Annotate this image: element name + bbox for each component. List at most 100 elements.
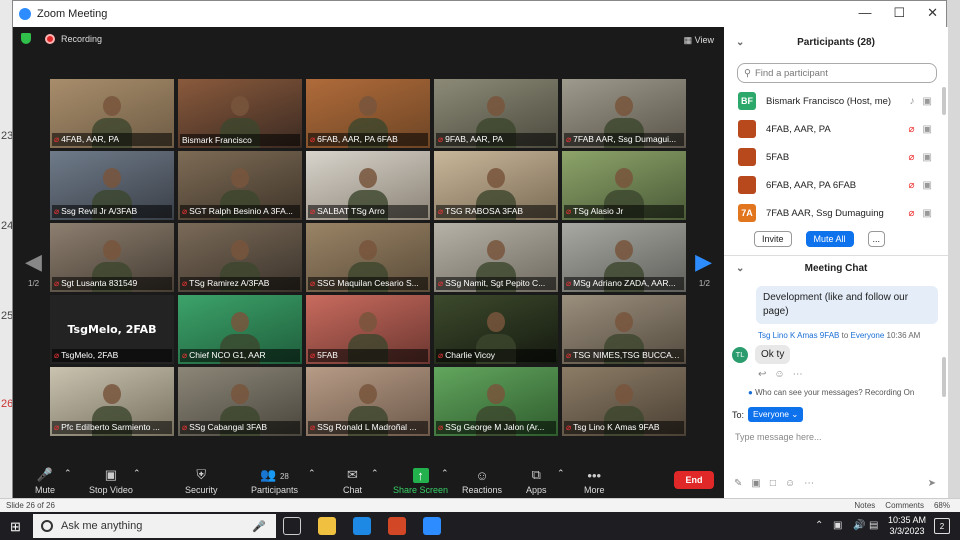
participant-video-tile[interactable]: ⌀ 4FAB, AAR, PA: [50, 79, 174, 148]
more-dots-icon[interactable]: ⋯: [793, 369, 803, 380]
task-view-icon[interactable]: [283, 517, 301, 535]
video-camera-icon[interactable]: ▣: [923, 96, 932, 107]
next-page-arrow-icon[interactable]: ▶: [695, 249, 712, 275]
browser-icon[interactable]: [353, 517, 371, 535]
participant-video-tile[interactable]: ⌀ Charlie Vicoy: [434, 295, 558, 364]
reply-icon[interactable]: ↩: [758, 369, 766, 380]
microphone-icon[interactable]: ♪: [910, 96, 915, 107]
chevron-up-icon[interactable]: ⌃: [133, 468, 141, 479]
participant-video-tile[interactable]: ⌀ Sgt Lusanta 831549: [50, 223, 174, 292]
chevron-up-icon[interactable]: ⌃: [371, 468, 379, 479]
participant-row[interactable]: 5FAB ⌀ ▣: [738, 143, 940, 171]
invite-button[interactable]: Invite: [754, 231, 792, 247]
zoom-app-icon[interactable]: [423, 517, 441, 535]
participant-video-tile[interactable]: ⌀ 5FAB: [306, 295, 430, 364]
chevron-up-icon[interactable]: ⌃: [308, 468, 316, 479]
microphone-icon[interactable]: 🎤: [252, 520, 266, 533]
share-screen-button[interactable]: ↑ Share Screen: [393, 468, 448, 495]
stop-video-button[interactable]: ▣ Stop Video: [89, 467, 133, 495]
chevron-down-icon[interactable]: ⌄: [736, 263, 744, 274]
recipient-dropdown[interactable]: Everyone ⌄: [748, 407, 804, 422]
view-button[interactable]: ▦ View: [684, 35, 714, 46]
close-icon[interactable]: ✕: [927, 5, 938, 21]
end-meeting-button[interactable]: End: [674, 471, 714, 489]
comments-button[interactable]: Comments: [885, 501, 924, 510]
participant-video-tile[interactable]: ⌀ TSg Ramirez A/3FAB: [178, 223, 302, 292]
screenshot-icon[interactable]: ▣: [751, 478, 760, 489]
participant-video-tile[interactable]: ⌀ Pfc Edilberto Sarmiento ...: [50, 367, 174, 436]
reactions-button[interactable]: ☺ Reactions: [462, 468, 502, 495]
chevron-up-icon[interactable]: ⌃: [64, 468, 72, 479]
language-icon[interactable]: ▤: [869, 520, 878, 531]
network-icon[interactable]: ▣: [833, 520, 842, 531]
muted-mic-icon[interactable]: ⌀: [909, 180, 915, 191]
participant-video-tile[interactable]: ⌀ 9FAB, AAR, PA: [434, 79, 558, 148]
file-icon[interactable]: □: [770, 478, 776, 489]
taskbar-search-input[interactable]: Ask me anything 🎤: [33, 514, 276, 538]
more-options-button[interactable]: ...: [867, 231, 886, 247]
participant-row[interactable]: 4FAB, AAR, PA ⌀ ▣: [738, 115, 940, 143]
chat-button[interactable]: ✉ Chat: [343, 467, 362, 495]
reactions-label: Reactions: [462, 485, 503, 495]
participant-row[interactable]: BF Bismark Francisco (Host, me) ♪ ▣: [738, 87, 940, 115]
windows-start-icon[interactable]: ⊞: [10, 519, 21, 535]
maximize-icon[interactable]: ☐: [893, 5, 905, 21]
video-camera-icon[interactable]: ▣: [923, 180, 932, 191]
participant-row[interactable]: 7A 7FAB AAR, Ssg Dumaguing ⌀ ▣: [738, 199, 940, 227]
participant-video-tile[interactable]: ⌀ SGT Ralph Besinio A 3FA...: [178, 151, 302, 220]
participants-button[interactable]: 👥 28 Participants: [251, 467, 298, 495]
tray-chevron-icon[interactable]: ⌃: [815, 520, 823, 531]
participant-video-tile[interactable]: ⌀ SSG Maquilan Cesario S...: [306, 223, 430, 292]
shield-icon[interactable]: [21, 33, 31, 44]
prev-page-arrow-icon[interactable]: ◀: [25, 249, 42, 275]
participant-search-input[interactable]: ⚲ Find a participant: [737, 63, 937, 83]
who-can-see-link[interactable]: ● Who can see your messages? Recording O…: [748, 388, 948, 397]
participant-video-tile[interactable]: ⌀ Ssg Revil Jr A/3FAB: [50, 151, 174, 220]
mute-all-button[interactable]: Mute All: [805, 231, 854, 247]
participant-video-tile[interactable]: ⌀ TSG RABOSA 3FAB: [434, 151, 558, 220]
muted-mic-icon[interactable]: ⌀: [909, 124, 915, 135]
file-explorer-icon[interactable]: [318, 517, 336, 535]
participant-video-tile[interactable]: ⌀ SSg Ronald L Madroñal ...: [306, 367, 430, 436]
security-button[interactable]: ⛨ Security: [185, 467, 218, 495]
format-icon[interactable]: ✎: [734, 478, 742, 489]
video-camera-icon[interactable]: ▣: [923, 124, 932, 135]
participant-video-tile[interactable]: ⌀ Chief NCO G1, AAR: [178, 295, 302, 364]
participant-video-tile[interactable]: ⌀ SSg Namit, Sgt Pepito C...: [434, 223, 558, 292]
participant-video-tile[interactable]: ⌀ TSg Alasio Jr: [562, 151, 686, 220]
clock[interactable]: 10:35 AM 3/3/2023: [888, 515, 926, 537]
participant-video-tile[interactable]: ⌀ Tsg Lino K Amas 9FAB: [562, 367, 686, 436]
participant-video-tile[interactable]: ⌀ 7FAB AAR, Ssg Dumagui...: [562, 79, 686, 148]
participant-video-tile[interactable]: ⌀ 6FAB, AAR, PA 6FAB: [306, 79, 430, 148]
video-camera-icon[interactable]: ▣: [923, 208, 932, 219]
participant-video-tile[interactable]: Bismark Francisco: [178, 79, 302, 148]
volume-icon[interactable]: 🔊: [853, 520, 865, 531]
powerpoint-icon[interactable]: [388, 517, 406, 535]
chat-scrollbar[interactable]: [942, 357, 946, 397]
emoji-icon[interactable]: ☺: [785, 478, 795, 489]
participant-video-tile[interactable]: ⌀ MSg Adriano ZADA, AAR...: [562, 223, 686, 292]
apps-button[interactable]: ⧉ Apps: [526, 467, 547, 495]
emoji-icon[interactable]: ☺: [774, 369, 784, 380]
participant-video-tile[interactable]: ⌀ SSg Cabangal 3FAB: [178, 367, 302, 436]
minimize-icon[interactable]: —: [858, 5, 871, 21]
video-camera-icon[interactable]: ▣: [923, 152, 932, 163]
participant-video-tile[interactable]: ⌀ TSG NIMES,TSG BUCCAT...: [562, 295, 686, 364]
message-input[interactable]: Type message here...: [735, 432, 948, 442]
send-icon[interactable]: ➤: [928, 478, 936, 489]
mute-button[interactable]: 🎤 Mute: [35, 467, 55, 495]
more-button[interactable]: ••• More: [584, 468, 605, 495]
participant-video-tile[interactable]: TsgMelo, 2FAB ⌀ TsgMelo, 2FAB: [50, 295, 174, 364]
participant-row[interactable]: 6FAB, AAR, PA 6FAB ⌀ ▣: [738, 171, 940, 199]
chevron-down-icon[interactable]: ⌄: [736, 37, 744, 48]
chevron-up-icon[interactable]: ⌃: [441, 468, 449, 479]
notification-center-icon[interactable]: 2: [934, 518, 950, 534]
muted-mic-icon[interactable]: ⌀: [909, 208, 915, 219]
participants-scrollbar[interactable]: [942, 87, 946, 115]
chevron-up-icon[interactable]: ⌃: [557, 468, 565, 479]
muted-mic-icon[interactable]: ⌀: [909, 152, 915, 163]
notes-button[interactable]: Notes: [854, 501, 875, 510]
participant-video-tile[interactable]: ⌀ SALBAT TSg Arro: [306, 151, 430, 220]
participant-video-tile[interactable]: ⌀ SSg George M Jalon (Ar...: [434, 367, 558, 436]
more-dots-icon[interactable]: ⋯: [804, 478, 814, 489]
